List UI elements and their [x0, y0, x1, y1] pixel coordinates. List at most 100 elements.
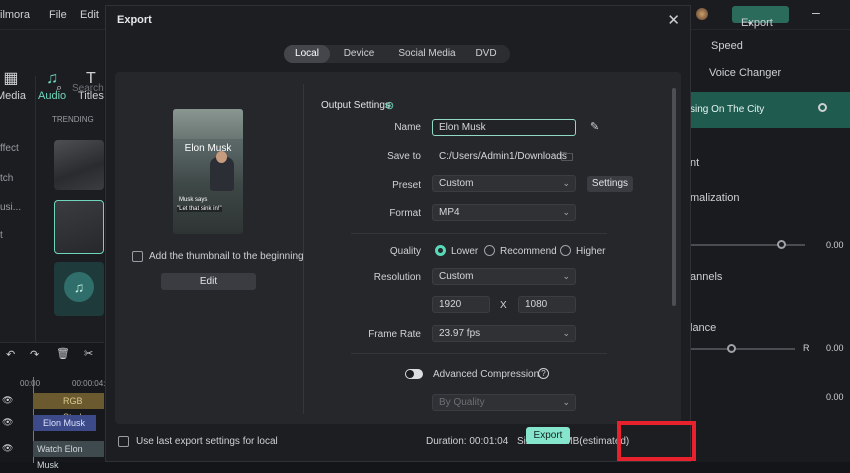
save-to-label: Save to: [387, 151, 421, 162]
slider-value-1: 0.00: [826, 240, 844, 250]
folder-icon[interactable]: 🗀: [561, 148, 573, 169]
tab-dvd[interactable]: DVD: [468, 45, 504, 63]
quality-recommend-radio[interactable]: [484, 245, 495, 256]
eye-icon[interactable]: 👁: [2, 417, 13, 428]
output-settings-label: Output Settings: [321, 100, 390, 111]
track-clip-rgb-stroke[interactable]: RGB Stroke: [33, 393, 104, 422]
quality-lower-label: Lower: [451, 246, 479, 257]
music-note-icon: ♫: [64, 272, 94, 302]
last-settings-label: Use last export settings for local: [136, 436, 278, 447]
name-value: Elon Musk: [439, 122, 486, 133]
tab-device[interactable]: Device: [334, 45, 384, 63]
app-name: ilmora: [0, 9, 30, 21]
top-export-button[interactable]: Export ▾: [732, 6, 789, 29]
export-dialog: Export ✕ Local Device Social Media DVD E…: [105, 5, 691, 462]
audio-thumbnail-1[interactable]: [54, 140, 104, 190]
quality-lower-radio[interactable]: [435, 245, 446, 256]
height-input[interactable]: 1080: [518, 296, 576, 313]
edit-button[interactable]: Edit: [161, 273, 256, 290]
delete-icon[interactable]: 🗑: [56, 347, 70, 360]
slider-track[interactable]: [690, 244, 805, 246]
audio-waveform[interactable]: sing On The City: [690, 92, 850, 128]
format-select[interactable]: MP4 ⌄: [432, 204, 576, 221]
width-input[interactable]: 1920: [432, 296, 490, 313]
minimize-icon[interactable]: –: [812, 4, 820, 20]
tab-local[interactable]: Local: [284, 45, 330, 63]
preview-caption-2: "Let that sink in!": [177, 206, 222, 212]
dialog-footer: Use last export settings for local Durat…: [106, 426, 690, 461]
time-start: 00:00: [20, 379, 41, 388]
audio-thumbnail-2[interactable]: [54, 200, 104, 254]
close-icon[interactable]: ✕: [667, 11, 680, 29]
frame-rate-select[interactable]: 23.97 fps ⌄: [432, 325, 576, 342]
preview-title: Elon Musk: [184, 143, 232, 154]
width-value: 1920: [439, 299, 462, 310]
audio-thumbnail-3[interactable]: ♫: [54, 262, 104, 316]
resolution-select[interactable]: Custom ⌄: [432, 268, 576, 285]
left-media-panel: ▦ Media ♫ Audio T Titles ⌕ Search TRENDING …: [0, 30, 104, 346]
content-scrollbar[interactable]: [672, 88, 676, 306]
balance-r-label: R: [803, 343, 810, 353]
tab-social-media[interactable]: Social Media: [388, 45, 466, 63]
export-button[interactable]: Export: [526, 427, 570, 444]
preset-label: Preset: [392, 180, 421, 191]
last-settings-checkbox[interactable]: [118, 436, 129, 447]
waveform-handle[interactable]: [818, 103, 827, 112]
advanced-compression-toggle[interactable]: [405, 369, 423, 379]
balance-track[interactable]: [690, 348, 795, 350]
balance-label: lance: [690, 322, 717, 334]
preset-value: Custom: [439, 178, 474, 189]
trending-label: TRENDING: [52, 115, 94, 124]
voice-changer-tab[interactable]: Voice Changer: [709, 67, 781, 79]
scissors-icon[interactable]: ✂: [84, 347, 93, 360]
waveform-clip-name: sing On The City: [690, 104, 765, 115]
track-clip-watch[interactable]: Watch Elon Musk: [33, 441, 104, 470]
export-content: Elon Musk Musk says "Let that sink in!" …: [115, 72, 681, 424]
redo-icon[interactable]: ↷: [30, 348, 39, 361]
frame-rate-label: Frame Rate: [368, 329, 421, 340]
balance-knob[interactable]: [727, 344, 736, 353]
format-label: Format: [389, 208, 421, 219]
name-label: Name: [394, 122, 421, 133]
save-to-path[interactable]: C:/Users/Admin1/Downloads: [439, 151, 567, 162]
ai-pen-icon[interactable]: ✎: [590, 120, 599, 133]
format-value: MP4: [439, 207, 460, 218]
eye-icon[interactable]: 👁: [2, 395, 13, 406]
thumbnail-checkbox[interactable]: [132, 251, 143, 262]
left-label-tch[interactable]: tch: [0, 173, 13, 184]
resolution-x-label: X: [500, 300, 507, 311]
quality-higher-radio[interactable]: [560, 245, 571, 256]
timeline-panel: ↶ ↷ 🗑 ✂ 00:00 00:00:04:1 RGB Stroke Elon…: [0, 342, 110, 470]
name-input[interactable]: Elon Musk: [432, 119, 576, 136]
compression-mode-select[interactable]: By Quality ⌄: [432, 394, 576, 411]
left-label-effect[interactable]: ffect: [0, 143, 19, 154]
settings-cube-icon: ⊛: [385, 100, 395, 112]
speed-tab[interactable]: Speed: [711, 40, 743, 52]
channels-label: annels: [690, 271, 723, 283]
track-clip-elon-musk[interactable]: Elon Musk: [33, 415, 96, 431]
left-label-t[interactable]: t: [0, 230, 3, 241]
panel-divider: [35, 76, 36, 346]
help-icon[interactable]: ?: [538, 368, 549, 379]
left-label-music[interactable]: usi...: [0, 202, 21, 213]
frame-rate-value: 23.97 fps: [439, 328, 481, 339]
menu-file[interactable]: File: [49, 9, 67, 21]
preset-select[interactable]: Custom ⌄: [432, 175, 576, 192]
eye-icon[interactable]: 👁: [2, 443, 13, 454]
dialog-title: Export: [117, 14, 152, 26]
slider-value-3: 0.00: [826, 392, 844, 402]
menu-edit[interactable]: Edit: [80, 9, 99, 21]
chevron-down-icon: ⌄: [562, 207, 570, 217]
search-icon[interactable]: ⌕: [56, 82, 62, 95]
avatar[interactable]: [696, 8, 708, 20]
height-value: 1080: [525, 299, 548, 310]
settings-button[interactable]: Settings: [587, 176, 633, 192]
slider-knob[interactable]: [777, 240, 786, 249]
search-input[interactable]: Search: [72, 83, 104, 94]
preview-caption-1: Musk says: [179, 197, 208, 203]
tool-media[interactable]: ▦ Media: [0, 70, 26, 102]
resolution-label: Resolution: [373, 272, 421, 283]
export-highlight-box: [617, 421, 696, 461]
undo-icon[interactable]: ↶: [6, 348, 15, 361]
column-divider: [303, 84, 304, 414]
